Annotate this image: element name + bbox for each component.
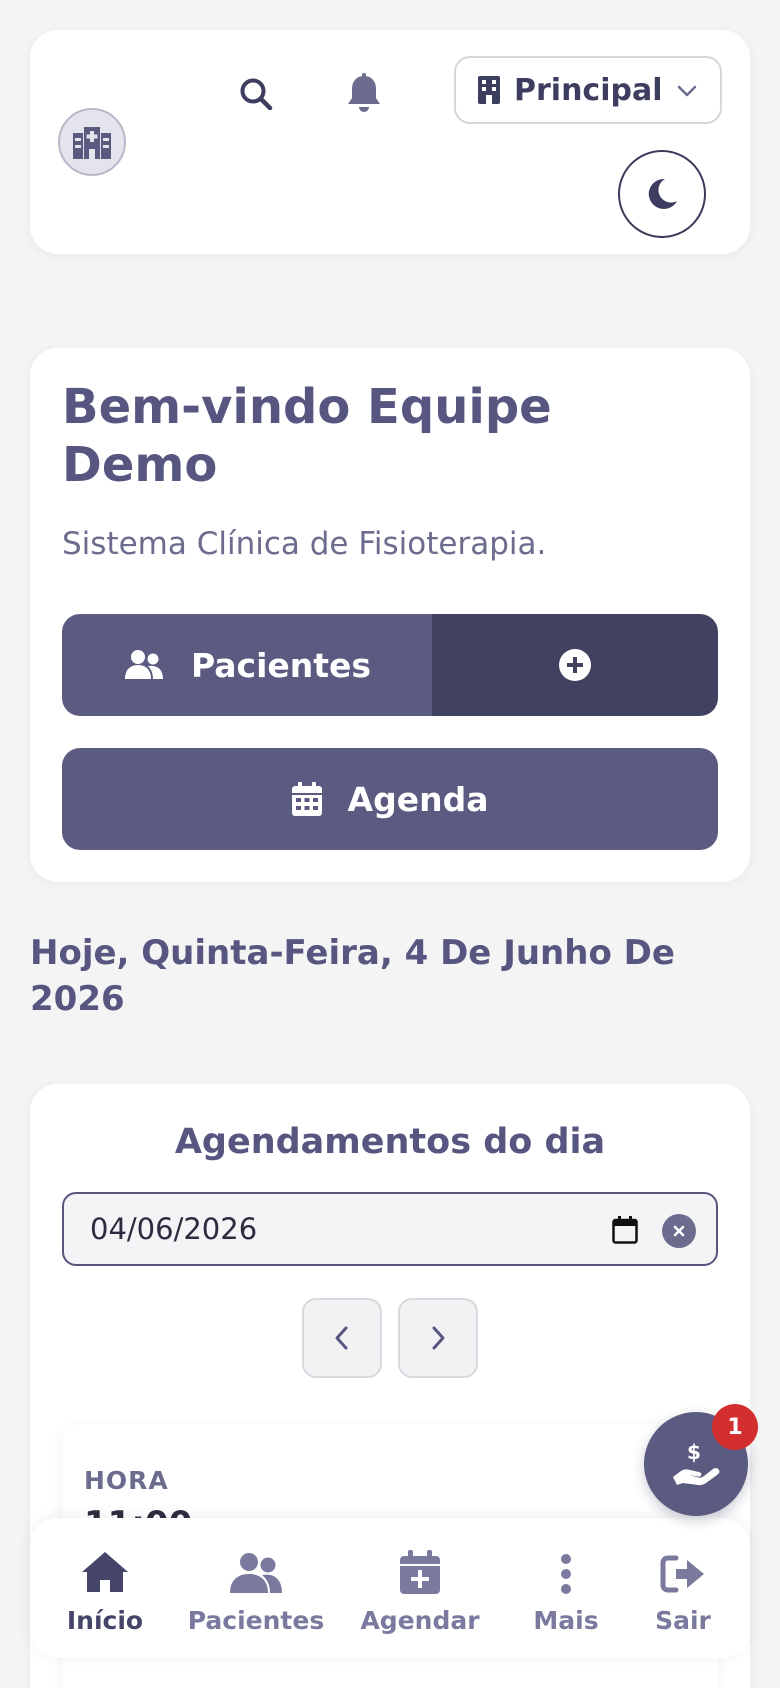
chevron-left-icon xyxy=(335,1326,348,1350)
unit-selector[interactable]: Principal xyxy=(454,56,722,124)
agenda-button-label: Agenda xyxy=(347,779,489,819)
nav-item-label: Agendar xyxy=(360,1606,480,1635)
clear-date-button[interactable] xyxy=(662,1214,696,1248)
nav-item-inicio[interactable]: Início xyxy=(30,1542,180,1635)
patients-button[interactable]: Pacientes xyxy=(62,614,432,716)
plus-circle-icon xyxy=(559,649,591,681)
building-icon xyxy=(478,76,500,104)
bell-icon xyxy=(348,73,380,112)
today-date-heading: Hoje, Quinta-Feira, 4 De Junho De 2026 xyxy=(30,933,675,1019)
date-input-value: 04/06/2026 xyxy=(90,1212,258,1246)
hand-holding-dollar-icon: $ xyxy=(673,1441,720,1486)
home-icon xyxy=(82,1552,128,1592)
search-icon xyxy=(240,78,273,111)
patients-split-button: Pacientes xyxy=(62,614,718,716)
calendar-plus-icon xyxy=(400,1550,440,1594)
nav-item-agendar[interactable]: Agendar xyxy=(345,1542,495,1635)
search-button[interactable] xyxy=(228,66,284,122)
patients-button-label: Pacientes xyxy=(190,645,372,685)
welcome-card: Bem-vindo Equipe Demo Sistema Clínica de… xyxy=(30,348,750,882)
svg-text:$: $ xyxy=(687,1441,701,1464)
welcome-subtitle: Sistema Clínica de Fisioterapia. xyxy=(62,526,547,562)
hospital-logo-icon xyxy=(73,127,111,159)
chevron-down-icon xyxy=(677,85,697,97)
nav-item-label: Mais xyxy=(533,1606,599,1635)
add-patient-button[interactable] xyxy=(432,614,718,716)
next-day-button[interactable] xyxy=(398,1298,478,1378)
users-icon xyxy=(230,1553,282,1593)
calendar-icon xyxy=(291,782,322,816)
more-vertical-icon xyxy=(561,1554,571,1594)
appointment-time-label: HORA xyxy=(84,1466,169,1495)
users-icon xyxy=(124,650,163,679)
nav-item-label: Sair xyxy=(655,1606,711,1635)
nav-item-pacientes[interactable]: Pacientes xyxy=(181,1542,331,1635)
bottom-navigation: Início Pacientes Agendar Mais Sair xyxy=(30,1518,750,1658)
nav-item-label: Início xyxy=(66,1606,144,1635)
nav-item-sair[interactable]: Sair xyxy=(608,1542,758,1635)
close-icon xyxy=(673,1225,685,1237)
nav-item-label: Pacientes xyxy=(187,1606,325,1635)
previous-day-button[interactable] xyxy=(302,1298,382,1378)
unit-selector-label: Principal xyxy=(514,72,663,108)
top-header: Principal xyxy=(30,30,750,254)
agenda-button[interactable]: Agenda xyxy=(62,748,718,850)
notifications-button[interactable] xyxy=(336,66,392,122)
welcome-title: Bem-vindo Equipe Demo xyxy=(62,379,552,493)
appointments-title: Agendamentos do dia xyxy=(174,1122,606,1162)
calendar-picker-icon[interactable] xyxy=(612,1216,638,1244)
moon-icon xyxy=(648,178,677,209)
logout-icon xyxy=(660,1555,704,1593)
notification-badge: 1 xyxy=(712,1404,758,1450)
date-input[interactable]: 04/06/2026 xyxy=(62,1192,718,1266)
clinic-logo[interactable] xyxy=(58,108,126,176)
theme-toggle-button[interactable] xyxy=(618,150,706,238)
chevron-right-icon xyxy=(432,1326,445,1350)
